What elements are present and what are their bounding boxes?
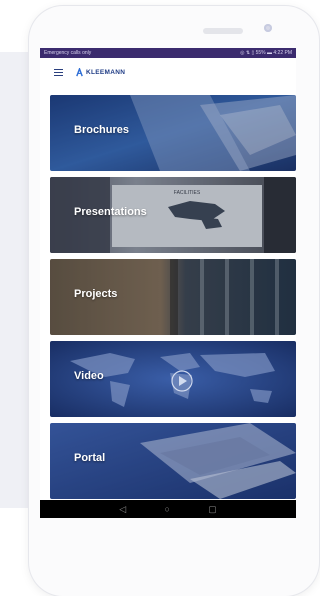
brand-name: KLEEMANN <box>86 68 126 76</box>
back-icon[interactable]: ◁ <box>119 500 126 518</box>
recents-icon[interactable]: ▢ <box>208 500 217 518</box>
home-icon[interactable]: ○ <box>164 500 169 518</box>
tile-brochures[interactable]: Brochures <box>50 95 296 171</box>
tile-portal[interactable]: Portal <box>50 423 296 499</box>
tile-presentations[interactable]: FACILITIES Presentations <box>50 177 296 253</box>
brand-logo: KLEEMANN <box>75 67 126 77</box>
tile-label: Portal <box>74 452 106 464</box>
app-bar: KLEEMANN <box>40 58 296 86</box>
front-camera-icon <box>264 24 272 32</box>
status-left-text: Emergency calls only <box>44 50 92 56</box>
kleemann-logo-icon <box>76 67 83 76</box>
status-right-text: ◎ ⇅ ▯ 55% ▬ 4:22 PM <box>240 50 292 56</box>
tile-label: Brochures <box>74 124 130 136</box>
speaker-grille <box>203 28 243 34</box>
tile-label: Projects <box>74 288 118 300</box>
hamburger-menu-icon[interactable] <box>54 68 63 76</box>
android-nav-bar: ◁ ○ ▢ <box>40 500 296 518</box>
status-bar: Emergency calls only ◎ ⇅ ▯ 55% ▬ 4:22 PM <box>40 48 296 58</box>
tile-label: Presentations <box>74 206 147 218</box>
tile-projects[interactable]: Projects <box>50 259 296 335</box>
phone-screen: Emergency calls only ◎ ⇅ ▯ 55% ▬ 4:22 PM… <box>40 48 296 518</box>
tile-video[interactable]: Video <box>50 341 296 417</box>
tile-label: Video <box>74 370 104 382</box>
